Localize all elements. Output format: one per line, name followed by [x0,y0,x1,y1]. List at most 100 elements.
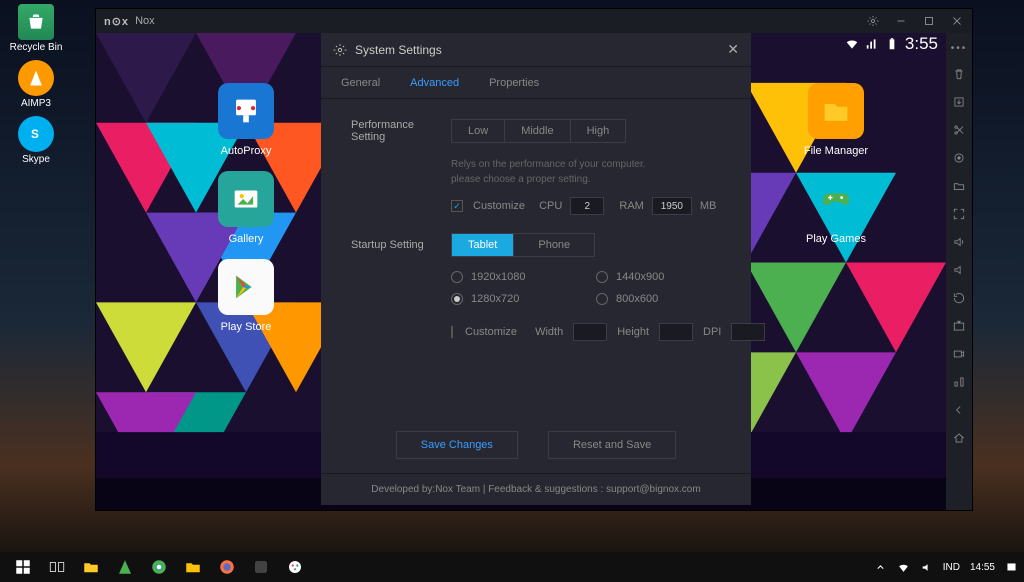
customize-label: Customize [473,200,525,212]
ram-input[interactable] [652,197,692,215]
dpi-input[interactable] [731,323,765,341]
desktop-icon-recyclebin[interactable]: Recycle Bin [6,4,66,53]
app-label: File Manager [804,145,868,157]
signal-icon [865,37,879,51]
maximize-icon[interactable] [922,14,936,28]
system-tray: IND 14:55 [874,561,1018,574]
customize-res-label: Customize [465,326,517,338]
tab-properties[interactable]: Properties [489,77,539,89]
cpu-input[interactable] [570,197,604,215]
height-label: Height [617,326,649,338]
close-icon[interactable] [950,14,964,28]
minimize-icon[interactable] [894,14,908,28]
customize-res-checkbox[interactable] [451,326,453,338]
res-1440x900-radio[interactable]: 1440x900 [596,271,721,283]
side-back-icon[interactable] [951,402,967,418]
app-gallery[interactable]: Gallery [206,171,286,245]
side-screenshot-icon[interactable] [951,318,967,334]
tray-wifi-icon[interactable] [897,561,910,574]
width-label: Width [535,326,563,338]
taskbar-chrome-icon[interactable] [142,553,176,581]
side-location-icon[interactable] [951,150,967,166]
start-button[interactable] [6,553,40,581]
status-time: 3:55 [905,34,938,54]
taskbar-app1-icon[interactable] [108,553,142,581]
side-scissors-icon[interactable] [951,122,967,138]
perf-low-button[interactable]: Low [452,120,505,142]
wifi-icon [845,37,859,51]
width-input[interactable] [573,323,607,341]
tray-up-icon[interactable] [874,561,887,574]
dialog-title: System Settings ✕ [321,33,751,67]
side-folder-icon[interactable] [951,178,967,194]
side-home-icon[interactable] [951,430,967,446]
perf-middle-button[interactable]: Middle [505,120,570,142]
icon-label: AIMP3 [21,98,51,109]
dialog-tabs: General Advanced Properties [321,67,751,99]
side-record-icon[interactable] [951,346,967,362]
side-volumeup-icon[interactable] [951,234,967,250]
icon-label: Skype [22,154,50,165]
reset-and-save-button[interactable]: Reset and Save [548,431,676,459]
taskbar-folder-icon[interactable] [74,553,108,581]
res-800x600-radio[interactable]: 800x600 [596,293,721,305]
nox-side-toolbar: ••• [946,33,972,510]
perf-label: Performance Setting [351,119,451,143]
perf-segmented: Low Middle High [451,119,626,143]
save-changes-button[interactable]: Save Changes [396,431,518,459]
gear-icon [333,43,347,57]
height-input[interactable] [659,323,693,341]
side-volumedown-icon[interactable] [951,262,967,278]
tray-time[interactable]: 14:55 [970,562,995,573]
tray-sound-icon[interactable] [920,561,933,574]
app-label: Play Games [806,233,866,245]
app-autoproxy[interactable]: AutoProxy [206,83,286,157]
res-1280x720-radio[interactable]: 1280x720 [451,293,576,305]
side-more-icon[interactable]: ••• [951,43,968,54]
side-fullscreen-icon[interactable] [951,206,967,222]
nox-logo: n⊙x [104,15,129,28]
app-label: AutoProxy [221,145,272,157]
desktop-icon-skype[interactable]: S Skype [6,116,66,165]
customize-perf-checkbox[interactable]: ✓ [451,200,463,212]
dialog-footer: Developed by:Nox Team | Feedback & sugge… [321,473,751,505]
nox-window: n⊙x Nox [95,8,973,511]
taskbar-nox-icon[interactable] [244,553,278,581]
nox-titlebar: n⊙x Nox [96,9,972,33]
nox-title-text: Nox [135,15,155,27]
startup-segmented: Tablet Phone [451,233,595,257]
perf-hint: Relys on the performance of your compute… [451,157,721,187]
taskbar-explorer-icon[interactable] [176,553,210,581]
app-filemanager[interactable]: File Manager [796,83,876,157]
res-1920x1080-radio[interactable]: 1920x1080 [451,271,576,283]
app-label: Play Store [221,321,272,333]
app-playstore[interactable]: Play Store [206,259,286,333]
tab-advanced[interactable]: Advanced [410,77,459,89]
svg-text:S: S [31,128,39,141]
dialog-title-text: System Settings [355,43,442,57]
battery-icon [885,37,899,51]
desktop-icon-aimp[interactable]: AIMP3 [6,60,66,109]
tray-notif-icon[interactable] [1005,561,1018,574]
perf-high-button[interactable]: High [571,120,626,142]
settings-gear-icon[interactable] [866,14,880,28]
side-trash-icon[interactable] [951,66,967,82]
ram-label: RAM [619,200,643,212]
startup-label: Startup Setting [351,239,451,251]
dpi-label: DPI [703,326,721,338]
side-keyboard-icon[interactable] [951,374,967,390]
app-playgames[interactable]: Play Games [796,171,876,245]
system-settings-dialog: System Settings ✕ General Advanced Prope… [321,33,751,505]
cpu-label: CPU [539,200,562,212]
tray-lang[interactable]: IND [943,562,960,573]
taskbar-firefox-icon[interactable] [210,553,244,581]
dialog-close-icon[interactable]: ✕ [727,41,739,58]
startup-phone-button[interactable]: Phone [514,234,594,256]
android-screen: 3:55 AutoProxy Gallery Play Store File M… [96,33,946,510]
side-rotate-icon[interactable] [951,290,967,306]
side-install-icon[interactable] [951,94,967,110]
tab-general[interactable]: General [341,77,380,89]
taskbar-paint-icon[interactable] [278,553,312,581]
taskview-icon[interactable] [40,553,74,581]
startup-tablet-button[interactable]: Tablet [452,234,514,256]
